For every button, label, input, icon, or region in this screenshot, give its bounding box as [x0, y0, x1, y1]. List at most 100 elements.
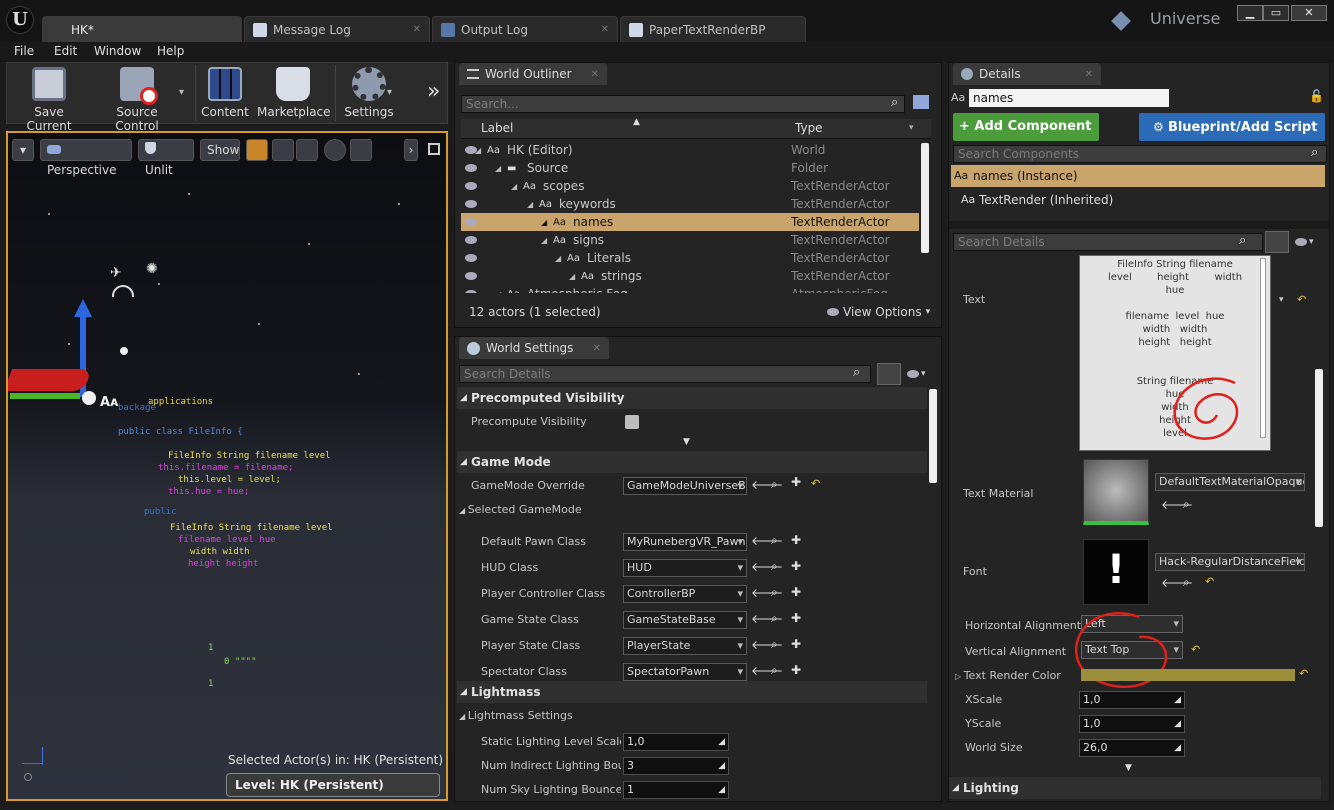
eye-icon[interactable] [465, 254, 477, 262]
menu-help[interactable]: Help [157, 44, 184, 58]
maximize-button[interactable]: ▭ [1263, 5, 1289, 21]
outliner-row[interactable]: ◢ Aa keywords TextRenderActor [461, 195, 919, 213]
chevron-down-icon[interactable]: ▾ [179, 87, 184, 98]
expand-viewport-toolbar-icon[interactable]: › [404, 139, 418, 161]
scale-icon[interactable] [296, 139, 318, 161]
outliner-row[interactable]: ◢ Aa signs TextRenderActor [461, 231, 919, 249]
outliner-row[interactable]: ◢ Aa names TextRenderActor [461, 213, 919, 231]
menu-file[interactable]: File [14, 44, 34, 58]
tab-world-settings[interactable]: World Settings ✕ [459, 337, 609, 359]
reset-default-icon[interactable]: ↶ [1299, 667, 1308, 680]
unreal-logo-icon[interactable]: U [6, 6, 34, 34]
class-combo[interactable]: SpectatorPawn [623, 663, 747, 681]
perspective-button[interactable]: Perspective [40, 139, 132, 177]
tab-details[interactable]: Details ✕ [953, 63, 1101, 85]
tab-world-outliner[interactable]: World Outliner ✕ [459, 63, 607, 85]
tab-paper-text-render-bp[interactable]: PaperTextRenderBP [620, 16, 806, 42]
expand-toolbar-icon[interactable]: » [427, 79, 440, 104]
browse-icon[interactable]: ⌕ [771, 533, 778, 548]
expand-arrow-icon[interactable]: ▷ [955, 672, 964, 681]
content-button[interactable]: Content [199, 67, 251, 123]
browse-icon[interactable]: ⌕ [771, 477, 778, 492]
add-icon[interactable]: ✚ [791, 475, 801, 489]
chevron-down-icon[interactable]: ▾ [909, 123, 914, 133]
eye-icon[interactable] [465, 218, 477, 226]
chevron-down-icon[interactable]: ▾ [1279, 295, 1284, 305]
collapse-arrow-icon[interactable]: ◢ [527, 200, 533, 209]
outliner-row[interactable]: ◢ Aa strings TextRenderActor [461, 267, 919, 285]
visibility-options-button[interactable]: ▾ [907, 369, 926, 379]
save-current-button[interactable]: Save Current [11, 67, 87, 133]
collapse-arrow-icon[interactable]: ◢ [495, 290, 501, 294]
eye-icon[interactable] [465, 236, 477, 244]
gizmo-y-axis[interactable] [10, 393, 80, 399]
section-lightmass[interactable]: ◢ Lightmass [457, 681, 927, 703]
outliner-scrollbar[interactable] [921, 143, 929, 253]
outliner-row[interactable]: ◢ Aa HK (Editor) World [461, 141, 919, 159]
eye-icon[interactable] [465, 182, 477, 190]
close-icon[interactable]: ✕ [1085, 69, 1093, 80]
sun-icon[interactable]: ✺ [146, 261, 158, 277]
class-combo[interactable]: MyRunebergVR_Pawn [623, 533, 747, 551]
fog-icon[interactable] [112, 285, 134, 297]
number-input[interactable]: 1,0 [623, 733, 729, 751]
reset-default-icon[interactable]: ↶ [1297, 293, 1306, 306]
xscale-input[interactable]: 1,0 [1079, 691, 1185, 709]
material-thumbnail[interactable] [1083, 459, 1149, 525]
close-icon[interactable]: ✕ [601, 24, 609, 35]
eye-icon[interactable] [465, 272, 477, 280]
use-selected-icon[interactable]: 🡐 [751, 533, 783, 548]
world-space-icon[interactable] [324, 139, 346, 161]
close-icon[interactable]: ✕ [593, 343, 601, 354]
use-selected-icon[interactable]: 🡐 [751, 637, 783, 652]
actor-name-input[interactable]: names [969, 89, 1169, 107]
font-combo[interactable]: Hack-RegularDistanceField [1155, 553, 1305, 571]
browse-icon[interactable]: ⌕ [1183, 575, 1190, 590]
view-mode-button[interactable]: Unlit [138, 139, 194, 177]
view-options-button[interactable]: View Options ▾ [827, 305, 930, 319]
outliner-search-input[interactable]: Search... [461, 95, 905, 113]
minimize-button[interactable]: ▁ [1237, 5, 1263, 21]
close-icon[interactable]: ✕ [591, 69, 599, 80]
reset-default-icon[interactable]: ↶ [811, 477, 820, 490]
level-indicator[interactable]: Level: HK (Persistent) [226, 773, 440, 797]
add-icon[interactable]: ✚ [791, 559, 801, 573]
gamemode-override-combo[interactable]: GameModeUniverseB [623, 477, 747, 495]
details-scrollbar[interactable] [1315, 369, 1323, 527]
reset-default-icon[interactable]: ↶ [1191, 643, 1200, 656]
use-selected-icon[interactable]: 🡐 [751, 559, 783, 574]
outliner-row[interactable]: ◢ Aa scopes TextRenderActor [461, 177, 919, 195]
marketplace-button[interactable]: Marketplace [257, 67, 331, 123]
reset-default-icon[interactable]: ↶ [1205, 575, 1214, 588]
use-selected-icon[interactable]: 🡐 [751, 477, 783, 492]
text-material-combo[interactable]: DefaultTextMaterialOpaque [1155, 473, 1305, 491]
outliner-row[interactable]: ◢ Aa Atmospheric Fog AtmosphericFog [461, 285, 919, 293]
collapse-arrow-icon[interactable]: ◢ [541, 236, 547, 245]
menu-window[interactable]: Window [94, 44, 141, 58]
browse-icon[interactable]: ⌕ [771, 637, 778, 652]
show-button[interactable]: Show [200, 139, 240, 161]
class-combo[interactable]: PlayerState [623, 637, 747, 655]
component-inherited-row[interactable]: Aa TextRender (Inherited) [961, 193, 1113, 207]
add-component-button[interactable]: + Add Component ▾ [953, 113, 1099, 161]
browse-icon[interactable]: ⌕ [1183, 497, 1190, 512]
browse-icon[interactable]: ⌕ [771, 663, 778, 678]
eye-icon[interactable] [465, 200, 477, 208]
chevron-down-icon[interactable]: ▾ [387, 87, 392, 98]
tab-output-log[interactable]: Output Log ✕ [432, 16, 618, 42]
add-icon[interactable]: ✚ [791, 611, 801, 625]
yscale-input[interactable]: 1,0 [1079, 715, 1185, 733]
use-selected-icon[interactable]: 🡐 [751, 585, 783, 600]
collapse-arrow-icon[interactable]: ◢ [541, 218, 547, 227]
eye-icon[interactable] [465, 164, 477, 172]
grid-snap-icon[interactable] [350, 139, 372, 161]
collapse-arrow-icon[interactable]: ◢ [511, 182, 517, 191]
collapse-arrow-icon[interactable]: ◢ [555, 254, 561, 263]
lock-icon[interactable]: 🔓 [1309, 89, 1324, 103]
outliner-row[interactable]: ◢ Aa Literals TextRenderActor [461, 249, 919, 267]
type-column-header[interactable]: Type [795, 121, 823, 135]
visibility-options-button[interactable]: ▾ [1295, 237, 1314, 247]
tab-hk[interactable]: HK* [42, 16, 242, 42]
add-icon[interactable]: ✚ [791, 637, 801, 651]
maximize-viewport-icon[interactable] [428, 143, 440, 155]
